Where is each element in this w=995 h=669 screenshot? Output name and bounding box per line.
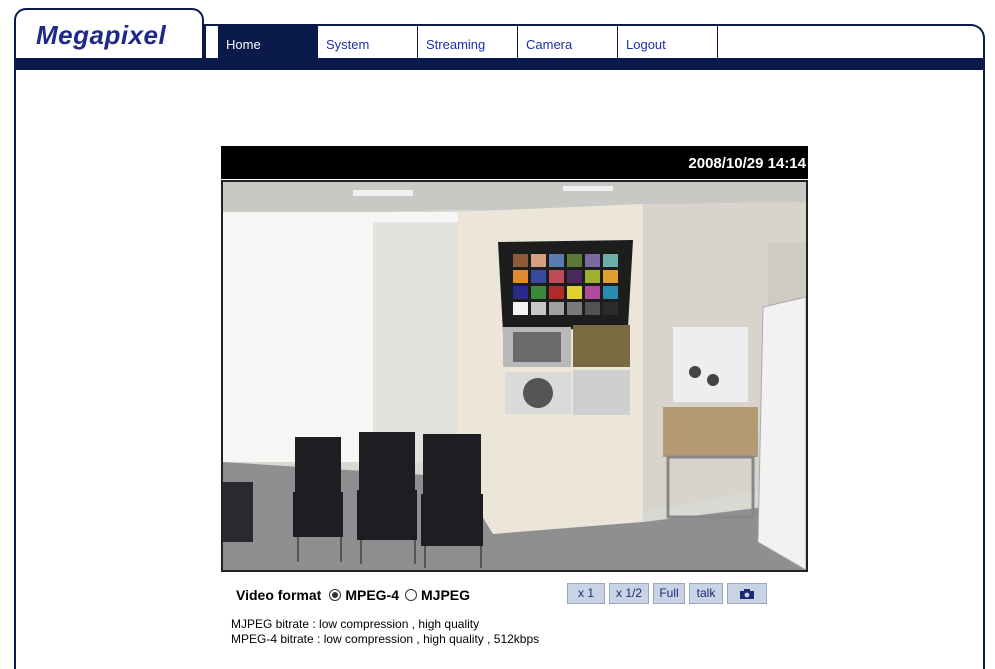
zoom-half-button[interactable]: x 1/2 <box>609 583 649 604</box>
format-mjpeg-label: MJPEG <box>421 587 471 603</box>
camera-icon <box>740 588 754 599</box>
nav-home[interactable]: Home <box>218 26 318 60</box>
page-frame-right <box>983 40 985 669</box>
video-controls: Video format MPEG-4 MJPEG <box>236 583 476 607</box>
zoom-1x-button[interactable]: x 1 <box>567 583 605 604</box>
nav-streaming[interactable]: Streaming <box>418 26 518 60</box>
nav-camera[interactable]: Camera <box>518 26 618 60</box>
live-video-view[interactable] <box>221 180 808 572</box>
video-timestamp: 2008/10/29 14:14 <box>221 146 808 179</box>
radio-unchecked-icon <box>405 589 417 601</box>
nav-logout[interactable]: Logout <box>618 26 718 60</box>
brand-logo: Megapixel <box>36 20 167 50</box>
format-mjpeg-radio[interactable]: MJPEG <box>405 587 470 603</box>
bitrate-info: MJPEG bitrate : low compression , high q… <box>231 617 539 647</box>
nav-system[interactable]: System <box>318 26 418 60</box>
header: Megapixel Home System Streaming Camera L… <box>0 0 995 70</box>
video-format-label: Video format <box>236 587 322 603</box>
mpeg4-bitrate-text: MPEG-4 bitrate : low compression , high … <box>231 632 540 646</box>
camera-feed-image <box>223 182 806 570</box>
format-mpeg4-radio[interactable]: MPEG-4 <box>329 587 399 603</box>
page-frame-left <box>14 40 16 669</box>
radio-checked-icon <box>329 589 342 601</box>
talk-button[interactable]: talk <box>689 583 723 604</box>
snapshot-button[interactable] <box>727 583 767 604</box>
format-mpeg4-label: MPEG-4 <box>345 587 399 603</box>
header-bar <box>14 58 985 70</box>
view-buttons: x 1 x 1/2 Full talk <box>567 583 771 604</box>
mjpeg-bitrate-text: MJPEG bitrate : low compression , high q… <box>231 617 480 631</box>
main-nav: Home System Streaming Camera Logout <box>218 26 718 60</box>
fullscreen-button[interactable]: Full <box>653 583 685 604</box>
